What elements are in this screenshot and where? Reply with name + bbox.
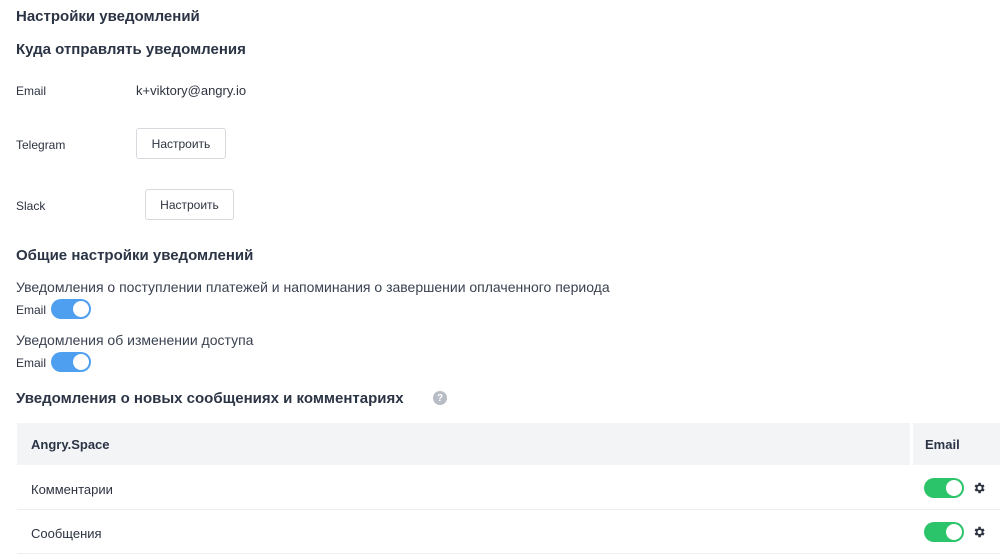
slack-label: Slack [16,199,46,213]
email-value: k+viktory@angry.io [136,83,247,98]
gear-icon[interactable] [972,481,986,495]
destinations-heading: Куда отправлять уведомления [16,41,246,58]
toggle-knob [946,524,962,540]
messages-email-toggle[interactable] [924,522,964,542]
slack-setup-button[interactable]: Настроить [145,189,234,220]
general-heading: Общие настройки уведомлений [16,247,254,264]
comments-email-toggle[interactable] [924,478,964,498]
toggle-knob [73,354,89,370]
telegram-setup-button[interactable]: Настроить [136,128,226,159]
toggle-knob [73,301,89,317]
column-header-email: Email [925,437,960,452]
access-channel-label: Email [16,356,47,370]
row-name-messages: Сообщения [31,526,102,541]
payments-notification-description: Уведомления о поступлении платежей и нап… [16,279,610,295]
messages-heading: Уведомления о новых сообщениях и коммент… [16,390,404,407]
table-header: Angry.Space Email [17,423,1000,465]
email-label: Email [16,84,47,98]
table-row: Комментарии [17,466,1000,510]
gear-icon[interactable] [972,525,986,539]
telegram-label: Telegram [16,138,66,152]
access-notification-description: Уведомления об изменении доступа [16,332,254,348]
row-name-comments: Комментарии [31,482,113,497]
toggle-knob [946,480,962,496]
question-circle-icon[interactable]: ? [433,391,447,405]
payments-email-toggle[interactable] [51,299,91,319]
page-title: Настройки уведомлений [16,8,200,25]
table-row: Сообщения [17,510,1000,554]
column-divider [910,423,913,465]
column-header-angry-space: Angry.Space [31,437,110,452]
access-email-toggle[interactable] [51,352,91,372]
payments-channel-label: Email [16,303,47,317]
